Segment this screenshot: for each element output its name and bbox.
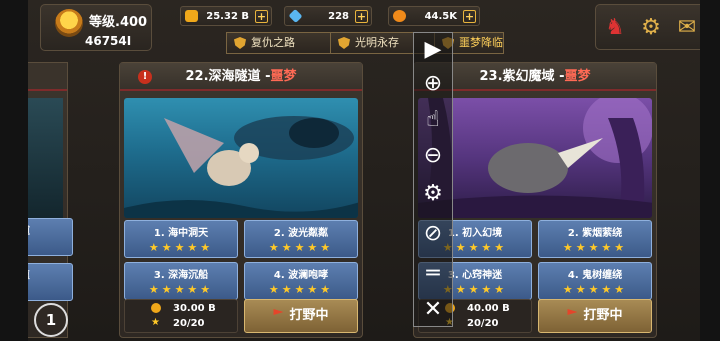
add-gold-button[interactable]: +	[255, 10, 268, 23]
fighting-button[interactable]: 打野中	[244, 299, 358, 333]
gem-icon	[288, 8, 303, 24]
stage-sub-item[interactable]: 4. 鬼树缠绕 ★★★★★	[538, 262, 652, 300]
gear-icon[interactable]: ⚙	[638, 15, 664, 41]
star-icon: ★	[151, 317, 160, 328]
joystick-button[interactable]: 1	[34, 303, 68, 337]
add-coin-button[interactable]: +	[463, 10, 476, 23]
play-icon[interactable]: ▶	[418, 35, 448, 65]
zoom-in-icon[interactable]: ⊕	[418, 69, 448, 99]
tab-revenge[interactable]: 复仇之路	[226, 32, 338, 54]
flag-icon	[273, 309, 284, 315]
player-power: 46754I	[85, 34, 132, 48]
player-level: 等级.400	[89, 15, 148, 30]
stage-scene-image	[124, 98, 358, 218]
stage-card-22[interactable]: ! 22.深海隧道 -噩梦 1. 海中洞天 ★★★★★ 2. 波光粼粼 ★★★★…	[119, 62, 363, 338]
warning-icon: !	[138, 70, 152, 84]
gold-icon	[185, 10, 198, 22]
top-right-menu: ♞ ⚙ ✉	[595, 4, 700, 50]
coin-resource: 44.5K +	[388, 6, 480, 26]
star-rating: ★★★★★	[148, 283, 214, 296]
stage-sub-item[interactable]: 道	[28, 218, 73, 256]
player-profile[interactable]: 等级.400 46754I	[40, 4, 152, 51]
gear-icon[interactable]: ⚙	[418, 179, 448, 209]
zoom-out-icon[interactable]: ⊖	[418, 141, 448, 171]
stage-sub-item[interactable]: 3. 深海沉船 ★★★★★	[124, 262, 238, 300]
stage-sub-item[interactable]: 2. 紫烟萦绕 ★★★★★	[538, 220, 652, 258]
eye-off-icon[interactable]: ⊘	[418, 219, 448, 249]
stage-sub-item[interactable]: 2. 波光粼粼 ★★★★★	[244, 220, 358, 258]
tap-icon[interactable]: ☝	[418, 105, 448, 135]
game-screen: 等级.400 46754I 25.32 B + 228 + 44.5K + ♞ …	[28, 0, 700, 341]
stage-sub-item[interactable]: 愿	[28, 263, 73, 301]
star-rating: ★★★★★	[148, 241, 214, 254]
stage-scene-image	[418, 98, 652, 218]
flag-icon	[567, 309, 578, 315]
hero-icon[interactable]: ♞	[602, 15, 628, 41]
gold-resource: 25.32 B +	[180, 6, 272, 26]
fighting-button[interactable]: 打野中	[538, 299, 652, 333]
star-rating: ★★★★★	[268, 283, 334, 296]
stage-reward: 30.00 B ★ 20/20	[124, 299, 238, 333]
coin-icon	[393, 10, 406, 22]
star-rating: ★★★★★	[562, 241, 628, 254]
close-icon[interactable]: ✕	[418, 295, 448, 325]
menu-icon[interactable]: ═	[418, 259, 448, 289]
shield-icon	[338, 37, 350, 49]
stage-card-previous[interactable]: 道 愿	[28, 62, 73, 338]
shield-icon	[234, 37, 246, 49]
stage-sub-item[interactable]: 1. 海中洞天 ★★★★★	[124, 220, 238, 258]
player-avatar	[55, 9, 83, 37]
star-rating: ★★★★★	[268, 241, 334, 254]
gem-resource: 228 +	[284, 6, 372, 26]
mail-icon[interactable]: ✉	[674, 15, 700, 41]
stage-sub-item[interactable]: 4. 波澜咆哮 ★★★★★	[244, 262, 358, 300]
star-rating: ★★★★★	[562, 283, 628, 296]
overlay-toolbar: ▶ ⊕ ☝ ⊖ ⚙ ⊘ ═ ✕	[413, 32, 453, 327]
gold-icon	[151, 303, 161, 313]
stage-title: ! 22.深海隧道 -噩梦	[120, 63, 362, 91]
add-gem-button[interactable]: +	[355, 10, 368, 23]
